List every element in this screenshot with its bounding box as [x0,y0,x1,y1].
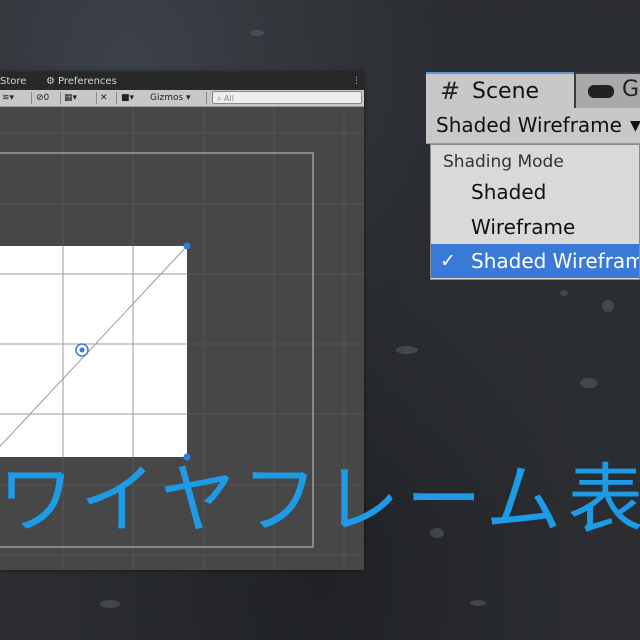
menu-item-shaded-wireframe[interactable]: ✓ Shaded Wireframe [431,244,640,278]
tab-game[interactable]: Ga [576,74,640,108]
search-placeholder: All [224,94,234,103]
menu-item-label: Shaded Wireframe [471,249,640,273]
quad-mesh[interactable] [0,246,187,457]
tab-game-label: Ga [622,77,640,102]
tab-scene-label: Scene [472,79,540,104]
corner-handle[interactable] [183,242,191,250]
shading-mode-value: Shaded Wireframe [436,113,622,137]
hash-icon: # [440,77,461,105]
tools-icon[interactable]: ✕ [100,91,108,105]
gizmos-dropdown[interactable]: Gizmos ▾ [150,91,191,105]
shading-mode-dropdown[interactable]: Shaded Wireframe ▼ [426,108,640,144]
tab-store[interactable]: Store [0,74,26,90]
menu-item-wireframe[interactable]: Wireframe [431,210,639,244]
scene-toolbar: ≋▾ ⊘0 ▦▾ ✕ ■▾ Gizmos ▾ ⌕ All [0,90,364,107]
page-title: ワイヤフレーム表 [0,455,640,544]
menu-item-shaded[interactable]: Shaded [431,175,639,209]
visibility-icon: ⊘ [36,93,44,103]
editor-tab-bar: Store ⚙ Preferences ⋮ [0,72,364,90]
gamepad-icon [588,85,614,98]
visibility-toggle[interactable]: ⊘0 [36,91,49,105]
search-icon: ⌕ [217,94,225,103]
menu-item-label: Shaded [471,180,547,204]
tab-preferences-label: Preferences [57,76,117,87]
tab-preferences[interactable]: ⚙ Preferences [46,74,117,90]
menu-header: Shading Mode [443,152,564,172]
camera-icon[interactable]: ■▾ [121,91,134,105]
gear-icon: ⚙ [46,76,55,87]
grid-icon[interactable]: ▦▾ [64,91,77,105]
window-menu-icon[interactable]: ⋮ [352,75,361,87]
chevron-down-icon: ▼ [630,118,640,134]
layers-icon[interactable]: ≋▾ [2,91,14,105]
gizmos-label: Gizmos [150,93,184,103]
window-tab-bar: # Scene Ga [426,72,640,108]
title-overlay: ワイヤフレーム表 [0,450,640,560]
visibility-count: 0 [43,93,50,103]
menu-item-label: Wireframe [471,215,576,239]
shading-mode-menu: Shading Mode Shaded Wireframe ✓ Shaded W… [430,144,640,280]
tab-scene[interactable]: # Scene [426,72,574,108]
search-input[interactable]: ⌕ All [212,91,362,104]
checkmark-icon: ✓ [440,250,456,272]
